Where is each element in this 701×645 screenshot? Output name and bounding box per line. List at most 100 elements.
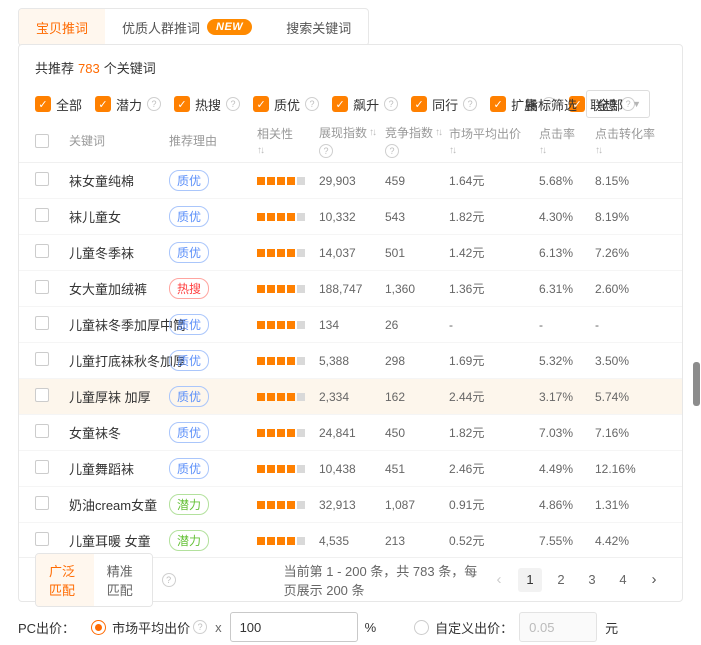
help-icon[interactable]: ? [147,97,161,111]
help-icon[interactable]: ? [193,620,207,634]
sort-icon[interactable]: ↑↓ [257,145,319,156]
avg-price-cell: 2.46元 [449,460,539,477]
competition-cell: 26 [385,318,449,332]
table-body: 袜女童纯棉 质优 29,903 459 1.64元 5.68% 8.15% 袜儿… [19,163,682,559]
row-checkbox[interactable] [35,316,49,330]
filter-option-1[interactable]: ✓ 全部 [35,95,82,114]
row-checkbox[interactable] [35,352,49,366]
checkbox-checked-icon[interactable]: ✓ [332,96,348,112]
competition-cell: 543 [385,210,449,224]
filter-option-3[interactable]: ✓ 热搜 ? [174,95,240,114]
sort-icon[interactable]: ↑↓ [449,145,539,156]
col-ctr[interactable]: 点击率 ↑↓ [539,125,595,156]
filter-option-2[interactable]: ✓ 潜力 ? [95,95,161,114]
help-icon[interactable]: ? [385,144,399,158]
help-icon[interactable]: ? [319,144,333,158]
avg-price-cell: 1.36元 [449,280,539,297]
avg-price-cell: 1.69元 [449,352,539,369]
row-checkbox[interactable] [35,424,49,438]
competition-cell: 298 [385,354,449,368]
ctr-cell: 6.13% [539,246,595,260]
row-checkbox[interactable] [35,532,49,546]
checkbox-checked-icon[interactable]: ✓ [35,96,51,112]
tab-1[interactable]: 宝贝推词 [19,9,105,45]
next-page-button[interactable]: › [642,568,666,592]
row-checkbox[interactable] [35,172,49,186]
checkbox-checked-icon[interactable]: ✓ [411,96,427,112]
checkbox-checked-icon[interactable]: ✓ [253,96,269,112]
summary-line: 共推荐783个关键词 [35,59,666,79]
filter-label: 全部 [56,95,82,114]
reason-tag: 质优 [169,386,209,407]
avg-price-cell: 1.82元 [449,208,539,225]
ctr-cell: - [539,318,595,332]
prev-page-button[interactable]: ‹ [487,568,511,592]
keyword-cell: 儿童厚袜 加厚 [69,387,169,406]
page-button-4[interactable]: 4 [611,568,635,592]
filter-option-4[interactable]: ✓ 质优 ? [253,95,319,114]
page-button-3[interactable]: 3 [580,568,604,592]
help-icon[interactable]: ? [305,97,319,111]
tab-3[interactable]: 搜索关键词 [269,9,368,45]
col-competition[interactable]: 竞争指数↑↓ ? [385,124,449,158]
checkbox-checked-icon[interactable]: ✓ [490,96,506,112]
filter-label: 同行 [432,95,458,114]
cvr-cell: 12.16% [595,462,665,476]
competition-cell: 162 [385,390,449,404]
help-icon[interactable]: ? [226,97,240,111]
metric-filter-select[interactable]: 全部 ▼ [586,90,650,118]
col-relevance[interactable]: 相关性 ↑↓ [257,125,319,156]
bid-multiplier-input[interactable] [230,612,358,642]
avg-price-cell: 1.64元 [449,172,539,189]
row-checkbox[interactable] [35,208,49,222]
row-checkbox[interactable] [35,460,49,474]
impression-cell: 4,535 [319,534,385,548]
keyword-count: 783 [78,61,100,76]
ctr-cell: 7.55% [539,534,595,548]
page-button-1[interactable]: 1 [518,568,542,592]
sort-icon[interactable]: ↑↓ [369,127,375,138]
table-row: 儿童冬季袜 质优 14,037 501 1.42元 6.13% 7.26% [19,235,682,271]
sort-icon[interactable]: ↑↓ [435,127,441,138]
help-icon[interactable]: ? [384,97,398,111]
col-cvr[interactable]: 点击转化率 ↑↓ [595,125,665,156]
select-all-checkbox[interactable] [35,134,49,148]
filter-option-6[interactable]: ✓ 同行 ? [411,95,477,114]
row-checkbox[interactable] [35,388,49,402]
cvr-cell: 8.19% [595,210,665,224]
competition-cell: 451 [385,462,449,476]
impression-cell: 134 [319,318,385,332]
broad-match-button[interactable]: 广泛匹配 [36,554,94,606]
keyword-cell: 儿童袜冬季加厚中筒 [69,315,169,334]
table-row: 儿童舞蹈袜 质优 10,438 451 2.46元 4.49% 12.16% [19,451,682,487]
page-button-2[interactable]: 2 [549,568,573,592]
cvr-cell: - [595,318,665,332]
row-checkbox[interactable] [35,244,49,258]
help-icon[interactable]: ? [162,573,176,587]
tab-2[interactable]: 优质人群推词 NEW [105,9,269,45]
relevance-bars [257,393,319,401]
checkbox-checked-icon[interactable]: ✓ [174,96,190,112]
col-avg-price[interactable]: 市场平均出价 ↑↓ [449,125,539,156]
help-icon[interactable]: ? [463,97,477,111]
sort-icon[interactable]: ↑↓ [595,145,665,156]
checkbox-checked-icon[interactable]: ✓ [95,96,111,112]
filter-option-5[interactable]: ✓ 飙升 ? [332,95,398,114]
tab-bar: 宝贝推词 优质人群推词 NEW 搜索关键词 [18,8,369,46]
custom-price-label: 自定义出价： [435,618,513,637]
competition-cell: 450 [385,426,449,440]
ctr-cell: 5.32% [539,354,595,368]
sort-icon[interactable]: ↑↓ [539,145,595,156]
custom-bid-input[interactable] [519,612,597,642]
reason-tag: 质优 [169,242,209,263]
vertical-scrollbar-thumb[interactable] [693,362,700,406]
row-checkbox[interactable] [35,496,49,510]
keyword-cell: 奶油cream女童 [69,495,169,514]
pc-bid-label: PC出价： [18,618,75,637]
custom-price-radio[interactable] [414,620,429,635]
market-price-radio[interactable] [91,620,106,635]
reason-tag: 潜力 [169,530,209,551]
exact-match-button[interactable]: 精准匹配 [94,554,152,606]
col-impression[interactable]: 展现指数↑↓ ? [319,124,385,158]
row-checkbox[interactable] [35,280,49,294]
